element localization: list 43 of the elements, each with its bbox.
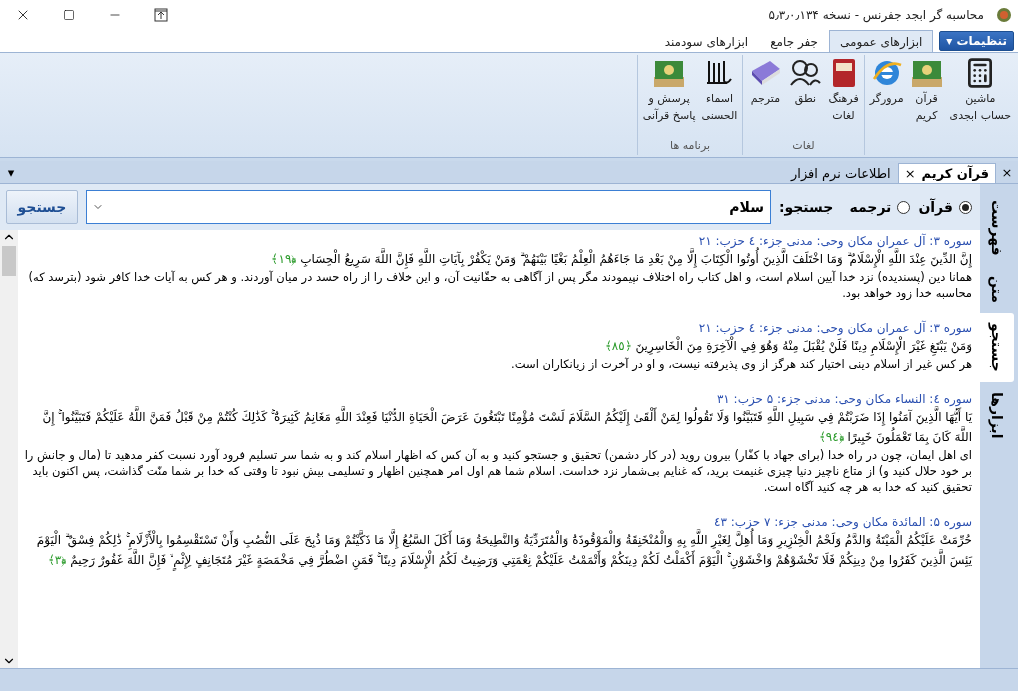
ribbon-tab[interactable]: جفر جامع	[759, 30, 829, 52]
group-label: برنامه ها	[669, 139, 712, 154]
translation-text: همانا دین (پسندیده) نزد خدا آیین اسلام است، و اهل کتاب راه اختلاف نپیمودند مگر پس از آگاهی به حقّانیت آن، و این خلاف را از راه حسد در میان آوردند. و هر کس به آیات خدا کافر شود (بترسد که) محاسبه خدا زود خواهد بود.	[27, 269, 972, 301]
ribbon-tab[interactable]: ابزارهای سودمند	[653, 30, 760, 52]
pin-icon	[154, 8, 168, 22]
result-header: سوره ٤: النساء مکان وحی: مدنی جزء: ۵ حزب: ۳۱	[715, 392, 972, 406]
document-tab[interactable]: قرآن کریم ×	[897, 163, 996, 183]
app-icon	[996, 7, 1012, 23]
result-header: سوره ۳: آل عمران مکان وحی: مدنی جزء: ٤ حزب: ۲۱	[697, 321, 972, 336]
translation-text: ای اهل ایمان، چون در راه خدا (برای جهاد با کفّار) بیرون روید (در کار دشمن) تحقیق و جستجو کنید و به آن کس که اظهار اسلام کند و به شما سر تسلیم فرود آورد نسبت کفر مدهید تا (مال و جانش را بر خود حلال کنید و) از متاع ناچیز دنیا چیزی غنیمت برید، که غنایم بی‌شمار نزد خداست. اسلام شما هم اول امر همچنین اظهار و تسلیمی بیش نبود تا وقتی که خدا بر شما منّت گذاشت، پس اکنون باید تحقیق کنید که خدا به هر چه کنید آگاه است.	[24, 447, 972, 495]
verse-text: حُرِّمَتْ عَلَيْكُمُ الْمَيْتَةُ وَالدَّمُ وَلَحْمُ الْخِنْزِيرِ وَمَا أُهِلَّ لِغَيْرِ اللَّهِ بِهِ وَالْمُنْخَنِقَةُ وَالْمَوْقُوذَةُ وَالْمُتَرَدِّيَةُ وَالنَّطِيحَةُ وَمَا أَكَلَ السَّبُعُ إِلَّا مَا ذَكَّيْتُمْ وَمَا ذُبِحَ عَلَى النُّصُبِ وَأَنْ تَسْتَقْسِمُوا بِالْأَزْلَامِ ۚ ذَٰلِكُمْ فِسْقٌ ۗ الْيَوْمَ يَئِسَ الَّذِينَ كَفَرُوا مِنْ دِينِكُمْ فَلَا تَخْشَوْهُمْ وَاخْشَوْنِ ۚ الْيَوْمَ أَكْمَلْتُ لَكُمْ دِينَكُمْ وَأَتْمَمْتُ عَلَيْكُمْ نِعْمَتِي وَرَضِيتُ لَكُمُ الْإِسْلَامَ دِينًا ۚ فَمَنِ اضْطُرَّ فِي مَخْمَصَةٍ غَيْرَ مُتَجَانِفٍ لِإِثْمٍ ۙ فَإِنَّ اللَّهَ غَفُورٌ رَحِيمٌ ﴿٣﴾	[24, 530, 972, 570]
search-button[interactable]: جستجو	[6, 190, 78, 224]
ribbon-button[interactable]: قرآن کریم	[906, 55, 947, 155]
ribbon-button[interactable]: ماشین حساب ابجدی	[946, 55, 1014, 155]
search-field[interactable]: سلام	[86, 190, 771, 224]
settings-menu-button[interactable]: تنظیمات ▾	[939, 31, 1014, 51]
radio-option[interactable]: ترجمه	[849, 199, 911, 215]
search-label: جستجو:	[778, 199, 834, 215]
side-tab[interactable]: ابزارها	[980, 381, 1014, 449]
side-tab[interactable]: متن	[980, 265, 1014, 313]
ribbon-button[interactable]: پرسش و پاسخ قرآنی	[639, 55, 699, 139]
group-label: لغات	[791, 139, 816, 154]
ribbon-tab[interactable]: ابزارهای عمومی	[829, 30, 934, 52]
pane-menu-button[interactable]: ▾	[0, 161, 22, 183]
radio-option[interactable]: قرآن	[918, 199, 972, 215]
close-pane-button[interactable]: ×	[996, 161, 1018, 183]
window-title: محاسبه گر ابجد جفرنس - نسخه ۵٫۳٫۰٫۱۳۴	[768, 8, 984, 22]
ribbon-button[interactable]: اسماء الحسنی	[698, 55, 741, 139]
verse-text: وَمَنْ يَبْتَغِ غَيْرَ الْإِسْلَامِ دِينًا فَلَنْ يُقْبَلَ مِنْهُ وَهُوَ فِي الْآخِرَةِ مِنَ الْخَاسِرِينَ ﴿٨٥﴾	[24, 336, 972, 356]
maximize-icon	[63, 9, 75, 21]
verse-text: يَا أَيُّهَا الَّذِينَ آمَنُوا إِذَا ضَرَبْتُمْ فِي سَبِيلِ اللَّهِ فَتَبَيَّنُوا وَلَا تَقُولُوا لِمَنْ أَلْقَىٰ إِلَيْكُمُ السَّلَامَ لَسْتَ مُؤْمِنًا تَبْتَغُونَ عَرَضَ الْحَيَاةِ الدُّنْيَا فَعِنْدَ اللَّهِ مَغَانِمُ كَثِيرَةٌ ۚ كَذَٰلِكَ كُنْتُمْ مِنْ قَبْلُ فَمَنَّ اللَّهُ عَلَيْكُمْ فَتَبَيَّنُوا ۚ إِنَّ اللَّهَ كَانَ بِمَا تَعْمَلُونَ خَبِيرًا ﴿٩٤﴾	[24, 407, 972, 447]
result-header: سوره ۵: المائدة مکان وحی: مدنی جزء: ۷ حزب: ٤۳	[713, 515, 972, 529]
ribbon-button[interactable]: مرورگر	[866, 55, 907, 155]
ribbon-button[interactable]: فرهنگ لغات	[825, 55, 862, 139]
ribbon-button[interactable]: مترجم	[745, 55, 786, 139]
document-tab[interactable]: اطلاعات نرم افزار	[784, 163, 898, 183]
side-tab[interactable]: فهرست	[980, 190, 1014, 266]
translation-text: هر کس غیر از اسلام دینی اختیار کند هرگز از وی پذیرفته نیست، و او در آخرت از زیانکاران است.	[510, 356, 972, 372]
verse-text: إِنَّ الدِّينَ عِنْدَ اللَّهِ الْإِسْلَامُ ۗ وَمَا اخْتَلَفَ الَّذِينَ أُوتُوا الْكِتَابَ إِلَّا مِنْ بَعْدِ مَا جَاءَهُمُ الْعِلْمُ بَغْيًا بَيْنَهُمْ ۗ وَمَنْ يَكْفُرْ بِآيَاتِ اللَّهِ فَإِنَّ اللَّهَ سَرِيعُ الْحِسَابِ ﴿١٩﴾	[24, 249, 972, 269]
scroll-thumb[interactable]	[2, 246, 16, 276]
result-header: سوره ۳: آل عمران مکان وحی: مدنی جزء: ٤ حزب: ۲۱	[697, 234, 972, 248]
side-tab[interactable]: جستجو	[980, 312, 1014, 382]
ribbon-button[interactable]: نطق	[785, 55, 826, 139]
